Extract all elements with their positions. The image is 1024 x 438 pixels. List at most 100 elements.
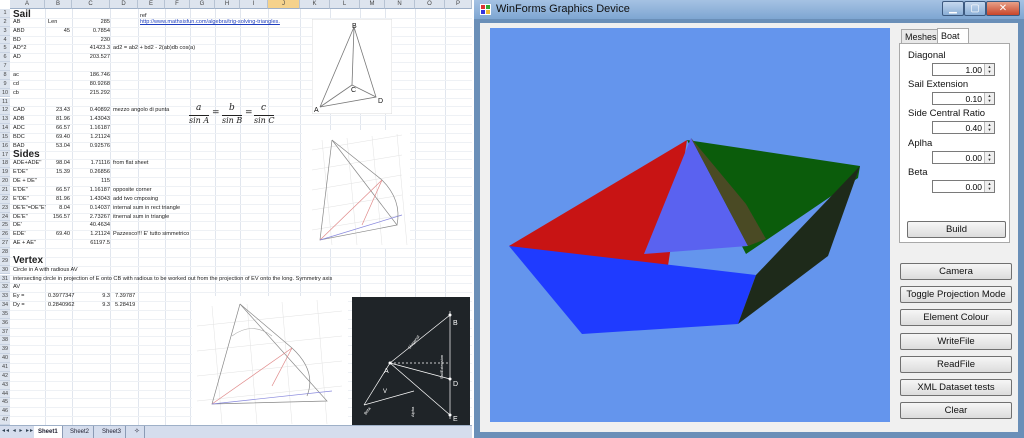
cell-r20a[interactable]: DE + DE'': [13, 177, 37, 186]
cell-r23c[interactable]: 0.14037: [76, 204, 110, 213]
cell-r33b[interactable]: 0.3977347: [48, 292, 74, 301]
cell-r3c[interactable]: 0.7854: [76, 27, 110, 36]
cell-r2a[interactable]: AB: [13, 18, 20, 27]
tab-meshes[interactable]: Meshes: [901, 29, 938, 43]
cell-r21a[interactable]: E'DE'': [13, 186, 28, 195]
column-header[interactable]: A: [10, 0, 45, 9]
cell-r2c[interactable]: 285: [76, 18, 110, 27]
spin-buttons[interactable]: ▲ ▼: [984, 181, 994, 192]
cell-r12a[interactable]: CAD: [13, 106, 25, 115]
cell-r27c[interactable]: 61197.5: [76, 239, 110, 248]
row-header[interactable]: 13: [0, 115, 10, 125]
row-header[interactable]: 4: [0, 35, 10, 45]
sheet-tab-3[interactable]: Sheet3: [98, 426, 127, 438]
row-header[interactable]: 35: [0, 309, 10, 319]
row-header[interactable]: 8: [0, 70, 10, 80]
cell-r13b[interactable]: 81.96: [48, 115, 70, 124]
spin-buttons[interactable]: ▲ ▼: [984, 64, 994, 75]
cell-r29a[interactable]: Vertex: [13, 255, 43, 266]
cell-r18d[interactable]: from flat sheet: [113, 159, 148, 168]
cell-r6c[interactable]: 203.527: [76, 53, 110, 62]
column-header[interactable]: K: [300, 0, 330, 9]
cell-r18b[interactable]: 98.04: [48, 159, 70, 168]
cell-r10a[interactable]: cb: [13, 89, 19, 98]
row-header[interactable]: 22: [0, 194, 10, 204]
clear-button[interactable]: Clear: [900, 402, 1012, 419]
column-header[interactable]: B: [45, 0, 72, 9]
row-header[interactable]: 19: [0, 168, 10, 178]
row-header[interactable]: 40: [0, 354, 10, 363]
xml-dataset-tests-button[interactable]: XML Dataset tests: [900, 379, 1012, 396]
sail-extension-input[interactable]: [933, 93, 984, 104]
row-header[interactable]: 32: [0, 283, 10, 293]
cell-r22a[interactable]: E''DE'': [13, 195, 29, 204]
cell-r13c[interactable]: 1.43043: [76, 115, 110, 124]
row-header[interactable]: 27: [0, 239, 10, 248]
column-header[interactable]: P: [445, 0, 472, 9]
cell-r15c[interactable]: 1.21124: [76, 133, 110, 142]
cell-r23a[interactable]: DE'E''=DE''E': [13, 204, 46, 213]
row-header[interactable]: 31: [0, 274, 10, 284]
row-header[interactable]: 39: [0, 345, 10, 355]
column-header[interactable]: F: [165, 0, 190, 9]
readfile-button[interactable]: ReadFile: [900, 356, 1012, 373]
cell-r5a[interactable]: AD^2: [13, 44, 27, 53]
cell-r9a[interactable]: cd: [13, 80, 19, 89]
row-header[interactable]: 16: [0, 141, 10, 151]
cell-r8c[interactable]: 186.746: [76, 71, 110, 80]
row-header[interactable]: 1: [0, 9, 10, 18]
row-header[interactable]: 25: [0, 221, 10, 231]
row-header[interactable]: 44: [0, 389, 10, 399]
column-header[interactable]: D: [110, 0, 138, 9]
row-header[interactable]: 47: [0, 416, 10, 425]
maximize-button[interactable]: ▢: [964, 1, 986, 16]
row-header[interactable]: 15: [0, 132, 10, 142]
close-button[interactable]: ✕: [986, 1, 1020, 16]
row-header[interactable]: 29: [0, 256, 10, 266]
cell-r19c[interactable]: 0.26856: [76, 168, 110, 177]
cell-r26d[interactable]: Pazzesco!!! E' tutto simmetrico: [113, 230, 189, 239]
column-header[interactable]: N: [385, 0, 415, 9]
row-header[interactable]: 36: [0, 318, 10, 328]
cell-r24a[interactable]: DE'E'': [13, 213, 28, 222]
cell-r21b[interactable]: 66.57: [48, 186, 70, 195]
cell-r25a[interactable]: DE': [13, 221, 22, 230]
cell-r34c[interactable]: 9.3: [76, 301, 110, 310]
cell-r8a[interactable]: ac: [13, 71, 19, 80]
build-button[interactable]: Build: [907, 221, 1006, 238]
row-header[interactable]: 21: [0, 186, 10, 195]
cell-r12c[interactable]: 0.40892: [76, 106, 110, 115]
cell-r5c[interactable]: 41423.3: [76, 44, 110, 53]
title-bar[interactable]: WinForms Graphics Device ▁ ▢ ✕: [474, 0, 1024, 19]
beta-stepper[interactable]: ▲▼: [932, 180, 995, 193]
cell-r15b[interactable]: 69.40: [48, 133, 70, 142]
cell-r26a[interactable]: EDE': [13, 230, 26, 239]
row-header[interactable]: 17: [0, 150, 10, 160]
cell-r10c[interactable]: 215.292: [76, 89, 110, 98]
cell-r22b[interactable]: 81.96: [48, 195, 70, 204]
cell-r20c[interactable]: 115: [76, 177, 110, 186]
cell-r2e[interactable]: http://www.mathsisfun.com/algebra/trig-s…: [140, 18, 280, 27]
cell-r15a[interactable]: BDC: [13, 133, 25, 142]
toggle-projection-mode-button[interactable]: Toggle Projection Mode: [900, 286, 1012, 303]
cell-r25c[interactable]: 40.4634: [76, 221, 110, 230]
row-header[interactable]: 37: [0, 327, 10, 337]
cell-r33a[interactable]: Ey =: [13, 292, 24, 301]
column-header[interactable]: E: [138, 0, 165, 9]
sheet-nav-arrows[interactable]: ◂◂ ◂ ▸ ▸▸: [2, 427, 34, 434]
cell-r23b[interactable]: 8.04: [48, 204, 70, 213]
row-header[interactable]: 34: [0, 301, 10, 310]
cell-r30a[interactable]: Circle in A with radious AV: [13, 266, 78, 275]
cell-r9c[interactable]: 80.9268: [76, 80, 110, 89]
cell-r14b[interactable]: 66.57: [48, 124, 70, 133]
cell-r27a[interactable]: AE + AE'': [13, 239, 36, 248]
cell-r14c[interactable]: 1.16187: [76, 124, 110, 133]
cell-r3a[interactable]: ABD: [13, 27, 25, 36]
cell-r18c[interactable]: 1.71116: [76, 159, 110, 168]
camera-button[interactable]: Camera: [900, 263, 1012, 280]
insert-sheet-icon[interactable]: ✧: [130, 426, 145, 438]
row-header[interactable]: 38: [0, 336, 10, 346]
cell-r13a[interactable]: ADB: [13, 115, 25, 124]
sail-extension-stepper[interactable]: ▲▼: [932, 92, 995, 105]
cell-r34a[interactable]: Dy =: [13, 301, 25, 310]
